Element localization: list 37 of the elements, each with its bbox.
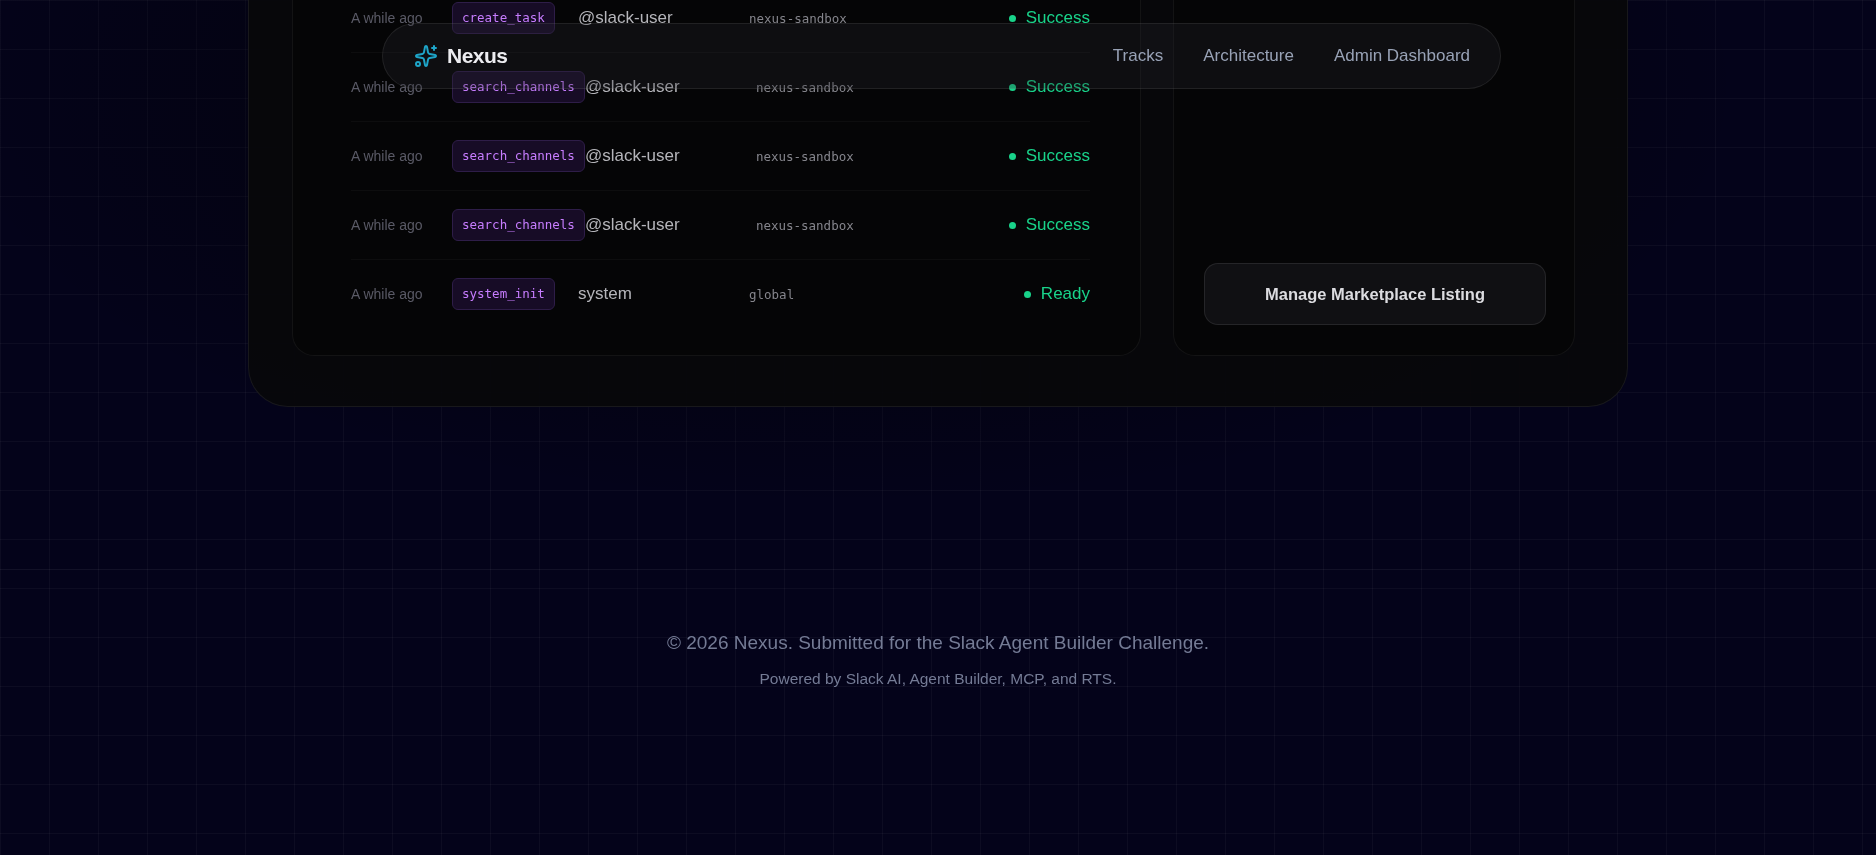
user-text: @slack-user (584, 215, 680, 235)
status-text: Success (1008, 146, 1090, 166)
time-text: A while ago (351, 10, 424, 26)
tool-tag: search_channels (452, 71, 585, 103)
status-dot-icon (1008, 152, 1016, 160)
time-text: A while ago (351, 79, 424, 95)
manage-listing-button[interactable]: Manage Marketplace Listing (1204, 263, 1546, 325)
status-dot-icon (1008, 14, 1016, 22)
nav-link[interactable]: Architecture (1203, 46, 1294, 66)
channel-text: nexus-sandbox (755, 79, 854, 95)
powered-by-text: Powered by Slack AI, Agent Builder, MCP, and RTS. (759, 670, 1117, 688)
channel-text: global (749, 286, 795, 302)
status-dot-icon (1008, 83, 1016, 91)
status-text: Ready (1023, 284, 1090, 304)
user-text: @slack-user (578, 8, 673, 28)
nav-link[interactable]: Tracks (1112, 46, 1164, 66)
tool-tag: system_init (452, 278, 555, 310)
channel-text: nexus-sandbox (755, 217, 854, 233)
time-text: A while ago (351, 217, 424, 233)
user-text: system (578, 284, 632, 304)
tool-tag: create_task (452, 2, 555, 34)
sparkle-icon (414, 44, 438, 68)
nav-link[interactable]: Admin Dashboard (1333, 46, 1470, 66)
copyright-text: © 2026 Nexus. Submitted for the Slack Agent Builder Challenge. (666, 632, 1210, 654)
user-text: @slack-user (584, 146, 680, 166)
brand-name[interactable]: Nexus (447, 44, 508, 68)
status-text: Success (1008, 77, 1090, 97)
tool-tag: search_channels (452, 209, 585, 241)
time-text: A while ago (351, 286, 424, 302)
channel-text: nexus-sandbox (749, 10, 847, 26)
time-text: A while ago (351, 148, 424, 164)
status-dot-icon (1023, 290, 1031, 298)
user-text: @slack-user (584, 77, 680, 97)
status-text: Success (1008, 215, 1090, 235)
tool-tag: search_channels (452, 140, 585, 172)
status-dot-icon (1008, 221, 1016, 229)
channel-text: nexus-sandbox (755, 148, 854, 164)
